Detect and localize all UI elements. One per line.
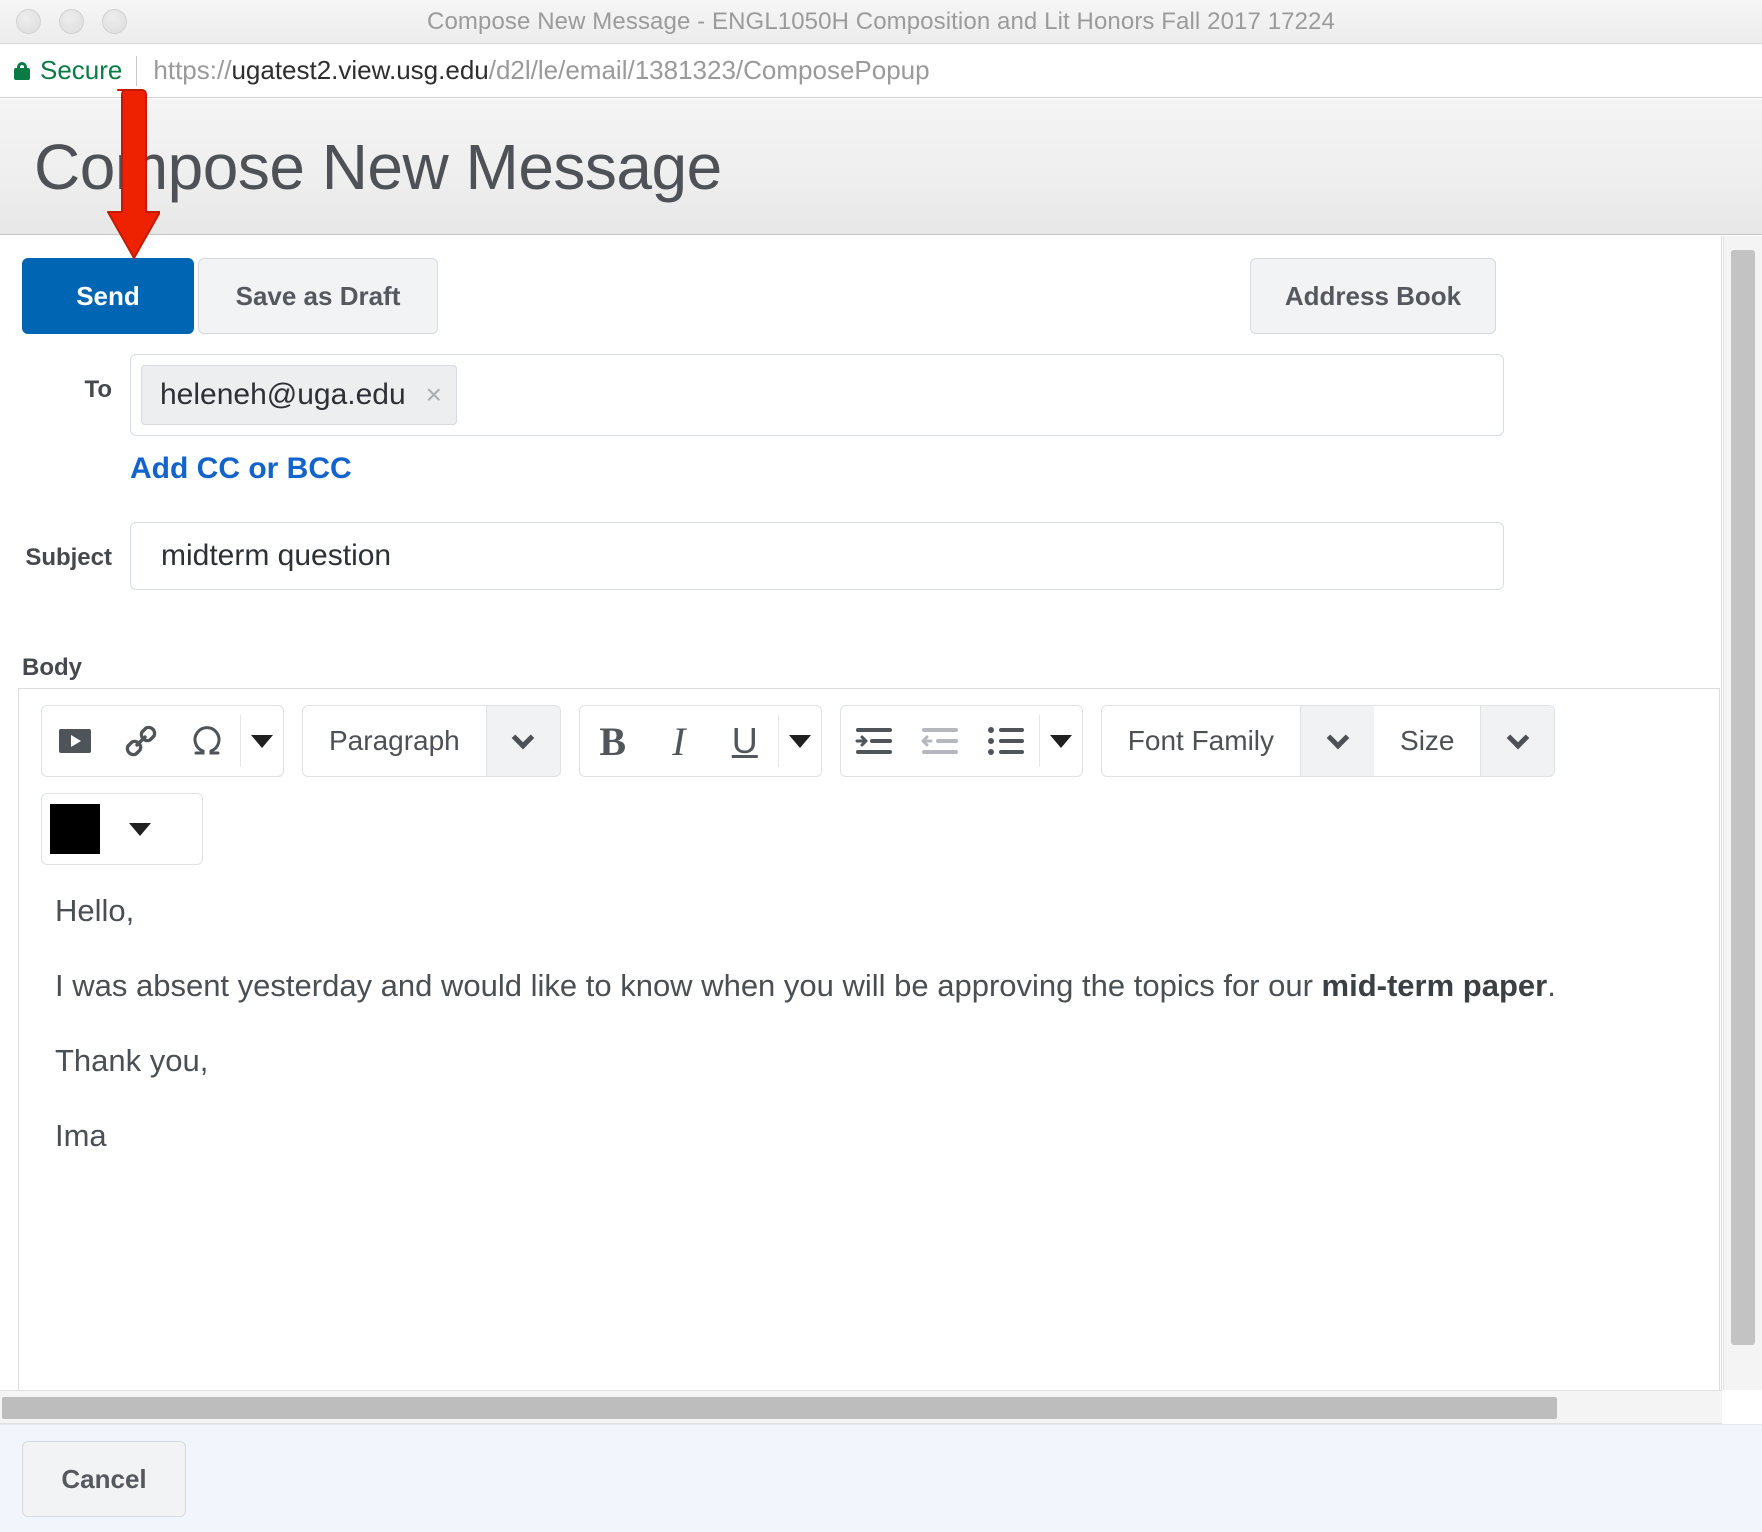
- caret-down-icon: [129, 822, 151, 836]
- address-bar-url[interactable]: https://ugatest2.view.usg.edu/d2l/le/ema…: [153, 55, 929, 86]
- caret-down-icon: [1049, 734, 1072, 748]
- url-path: /d2l/le/email/1381323/ComposePopup: [488, 55, 930, 85]
- body-editor-content[interactable]: Hello, I was absent yesterday and would …: [19, 865, 1719, 1151]
- body-label: Body: [22, 654, 82, 681]
- text-color-group: [41, 793, 203, 865]
- window-title: Compose New Message - ENGL1050H Composit…: [427, 7, 1335, 35]
- recipient-email: heleneh@uga.edu: [160, 378, 406, 411]
- body-paragraph: Ima: [55, 1118, 107, 1153]
- paragraph-format-chevron-down-icon[interactable]: [485, 706, 560, 776]
- text-style-group: B I U: [578, 705, 822, 777]
- font-size-chevron-down-icon[interactable]: [1480, 706, 1555, 776]
- add-cc-or-bcc-link[interactable]: Add CC or BCC: [130, 452, 352, 486]
- subject-input[interactable]: midterm question: [130, 522, 1504, 590]
- cancel-button[interactable]: Cancel: [22, 1441, 186, 1517]
- horizontal-scrollbar-thumb[interactable]: [2, 1397, 1557, 1419]
- body-paragraph: Hello,: [55, 893, 135, 928]
- compose-footer: Cancel: [0, 1424, 1762, 1532]
- font-family-value[interactable]: Font Family: [1102, 706, 1300, 776]
- editor-toolbar: Paragraph B I U Font Family Size: [19, 689, 1719, 865]
- indent-icon[interactable]: [841, 706, 907, 776]
- security-status-label: Secure: [40, 55, 123, 85]
- italic-icon[interactable]: I: [646, 706, 712, 776]
- body-paragraph: I was absent yesterday and would like to…: [55, 968, 1556, 1003]
- paragraph-format-value: Paragraph: [329, 725, 460, 756]
- font-family-chevron-down-icon[interactable]: [1300, 706, 1375, 776]
- address-bar-divider: [136, 55, 138, 86]
- browser-window: Compose New Message - ENGL1050H Composit…: [0, 0, 1762, 1532]
- text-color-swatch[interactable]: [42, 794, 108, 864]
- to-input[interactable]: heleneh@uga.edu ×: [130, 354, 1504, 436]
- paragraph-format-select[interactable]: Paragraph: [302, 705, 561, 777]
- recipient-chip[interactable]: heleneh@uga.edu ×: [141, 365, 458, 425]
- omega-symbol-icon[interactable]: [174, 706, 240, 776]
- horizontal-scrollbar[interactable]: [0, 1390, 1722, 1424]
- compose-action-row: Send Save as Draft Address Book: [0, 258, 1721, 338]
- outdent-icon[interactable]: [907, 706, 973, 776]
- insert-media-icon[interactable]: [42, 706, 108, 776]
- bullet-list-icon[interactable]: [973, 706, 1039, 776]
- url-scheme: https://: [153, 55, 232, 85]
- insert-more-button[interactable]: [241, 706, 283, 776]
- to-label: To: [84, 376, 112, 403]
- remove-recipient-icon[interactable]: ×: [426, 381, 442, 409]
- browser-address-bar[interactable]: Secure https://ugatest2.view.usg.edu/d2l…: [0, 44, 1762, 98]
- lock-icon: [12, 60, 32, 82]
- link-icon[interactable]: [108, 706, 174, 776]
- body-paragraph: Thank you,: [55, 1043, 209, 1078]
- html-editor: Paragraph B I U Font Family Size Hello, …: [18, 688, 1720, 1390]
- subject-field-row: Subject midterm question: [0, 522, 1504, 590]
- caret-down-icon: [251, 734, 273, 748]
- url-host: ugatest2.view.usg.edu: [231, 55, 489, 85]
- text-style-more-button[interactable]: [779, 706, 821, 776]
- page-title: Compose New Message: [34, 130, 722, 203]
- paragraph-group: [839, 705, 1083, 777]
- window-titlebar: Compose New Message - ENGL1050H Composit…: [0, 0, 1762, 44]
- subject-label: Subject: [25, 544, 112, 571]
- text-color-picker-button[interactable]: [108, 794, 172, 864]
- save-as-draft-button[interactable]: Save as Draft: [198, 258, 438, 334]
- send-button[interactable]: Send: [22, 258, 194, 334]
- paragraph-more-button[interactable]: [1040, 706, 1082, 776]
- to-field-row: To heleneh@uga.edu ×: [0, 354, 1504, 436]
- font-group: Font Family Size: [1100, 705, 1556, 777]
- address-book-button[interactable]: Address Book: [1250, 258, 1496, 334]
- insert-group: [41, 705, 284, 777]
- page-header: Compose New Message: [0, 99, 1762, 235]
- caret-down-icon: [788, 734, 811, 748]
- compose-form: Send Save as Draft Address Book To helen…: [0, 236, 1722, 1390]
- vertical-scrollbar-thumb[interactable]: [1731, 250, 1755, 1345]
- font-size-value[interactable]: Size: [1374, 706, 1480, 776]
- underline-icon[interactable]: U: [712, 706, 778, 776]
- bold-icon[interactable]: B: [580, 706, 646, 776]
